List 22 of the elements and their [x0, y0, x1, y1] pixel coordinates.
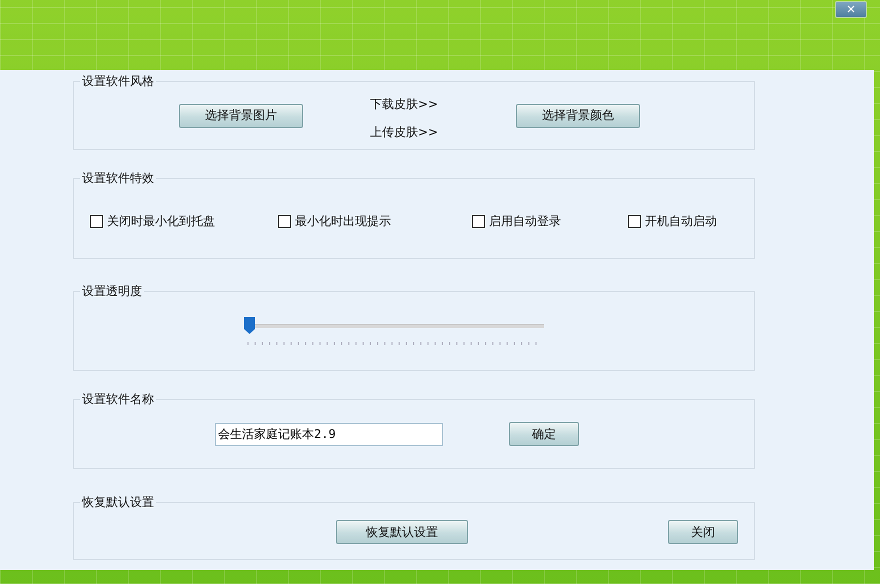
checkbox-label: 最小化时出现提示: [295, 213, 391, 230]
slider-thumb[interactable]: [244, 317, 255, 334]
checkbox[interactable]: [90, 215, 103, 228]
link[interactable]: 上传皮肤>>: [370, 122, 438, 140]
checkbox[interactable]: [628, 215, 641, 228]
checkbox-label: 启用自动登录: [489, 213, 561, 230]
group-title: 设置软件特效: [80, 170, 156, 186]
group-title: 恢复默认设置: [80, 494, 156, 510]
checkbox[interactable]: [278, 215, 291, 228]
button[interactable]: 关闭: [668, 520, 738, 544]
group-title: 设置透明度: [80, 283, 144, 299]
checkbox-label: 关闭时最小化到托盘: [107, 213, 215, 230]
button[interactable]: 选择背景颜色: [516, 104, 640, 128]
link[interactable]: 下载皮肤>>: [370, 94, 438, 112]
button[interactable]: 确定: [509, 422, 579, 446]
group-title: 设置软件风格: [80, 73, 156, 89]
button[interactable]: 恢复默认设置: [336, 520, 468, 544]
name-field[interactable]: 会生活家庭记账本2.9: [215, 422, 443, 446]
group-title: 设置软件名称: [80, 391, 156, 407]
button[interactable]: 选择背景图片: [179, 104, 303, 128]
checkbox-label: 开机自动启动: [645, 213, 717, 230]
checkbox[interactable]: [472, 215, 485, 228]
